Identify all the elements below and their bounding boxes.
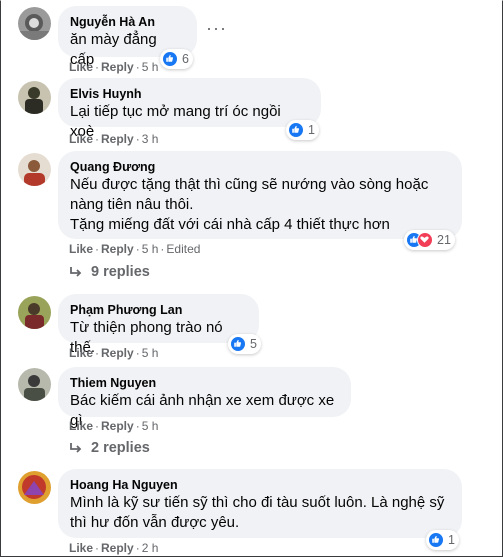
author-name[interactable]: Phạm Phương Lan	[70, 302, 247, 318]
comments-panel: Nguyễn Hà An ăn mày đẳng cấp ··· 6 Like ·…	[0, 0, 503, 557]
comment-bubble: Quang Đương Nếu được tặng thật thì cũng …	[58, 151, 462, 239]
avatar[interactable]	[18, 368, 51, 401]
comment-text: Mình là kỹ sư tiến sỹ thì cho đi tàu suố…	[70, 494, 445, 531]
reaction-summary[interactable]: 1	[426, 530, 459, 550]
like-reaction-icon	[428, 532, 444, 548]
like-reaction-icon	[288, 122, 304, 138]
like-button[interactable]: Like	[69, 60, 93, 74]
reaction-summary[interactable]: 1	[286, 120, 319, 140]
comment-actions: Like · Reply · 3 h	[69, 132, 159, 146]
replies-count: 2 replies	[91, 440, 150, 456]
reaction-count: 1	[448, 533, 455, 547]
replies-count: 9 replies	[91, 264, 150, 280]
timestamp[interactable]: 5 h	[142, 60, 159, 74]
avatar[interactable]	[18, 7, 51, 40]
comment-bubble: Elvis Huynh Lại tiếp tục mở mang trí óc …	[58, 78, 321, 140]
like-reaction-icon	[162, 51, 178, 67]
avatar[interactable]	[18, 296, 51, 329]
reaction-count: 21	[437, 233, 451, 247]
reply-button[interactable]: Reply	[101, 242, 134, 256]
timestamp[interactable]: 5 h	[142, 419, 159, 433]
like-button[interactable]: Like	[69, 242, 93, 256]
edited-label: Edited	[166, 242, 201, 256]
author-name[interactable]: Nguyễn Hà An	[70, 14, 185, 30]
timestamp[interactable]: 5 h	[142, 242, 159, 256]
comment-actions: Like · Reply · 5 h	[69, 60, 159, 74]
reply-arrow-icon	[70, 443, 82, 453]
avatar[interactable]	[18, 81, 51, 114]
timestamp[interactable]: 3 h	[142, 132, 159, 146]
author-name[interactable]: Quang Đương	[70, 159, 450, 175]
comment-actions: Like · Reply · 2 h	[69, 541, 159, 555]
reply-button[interactable]: Reply	[101, 60, 134, 74]
reaction-summary[interactable]: 6	[160, 49, 193, 69]
author-name[interactable]: Hoang Ha Nguyen	[70, 477, 450, 493]
comment-actions: Like · Reply · 5 h	[69, 419, 159, 433]
reply-button[interactable]: Reply	[101, 419, 134, 433]
reaction-count: 6	[182, 52, 189, 66]
like-reaction-icon	[230, 336, 246, 352]
view-replies-link[interactable]: 9 replies	[69, 264, 150, 280]
author-name[interactable]: Thiem Nguyen	[70, 375, 339, 391]
reply-button[interactable]: Reply	[101, 132, 134, 146]
like-button[interactable]: Like	[69, 346, 93, 360]
reaction-summary[interactable]: 5	[228, 334, 261, 354]
reaction-count: 1	[308, 123, 315, 137]
reply-arrow-icon	[70, 267, 82, 277]
comment-actions: Like · Reply · 5 h	[69, 346, 159, 360]
more-options-icon[interactable]: ···	[206, 19, 227, 37]
comment-bubble: Phạm Phương Lan Từ thiện phong trào nó t…	[58, 294, 259, 356]
avatar[interactable]	[18, 153, 51, 186]
comment-text: Nếu được tặng thật thì cũng sẽ nướng vào…	[70, 176, 429, 233]
reaction-count: 5	[250, 337, 257, 351]
love-reaction-icon	[417, 232, 433, 248]
author-name[interactable]: Elvis Huynh	[70, 86, 309, 102]
comment-bubble: Hoang Ha Nguyen Mình là kỹ sư tiến sỹ th…	[58, 469, 462, 538]
comment-actions: Like · Reply · 5 h · Edited	[69, 242, 201, 256]
timestamp[interactable]: 2 h	[142, 541, 159, 555]
view-replies-link[interactable]: 2 replies	[69, 440, 150, 456]
reaction-summary[interactable]: 21	[404, 230, 455, 250]
like-button[interactable]: Like	[69, 541, 93, 555]
reply-button[interactable]: Reply	[101, 541, 134, 555]
like-button[interactable]: Like	[69, 419, 93, 433]
timestamp[interactable]: 5 h	[142, 346, 159, 360]
like-button[interactable]: Like	[69, 132, 93, 146]
avatar[interactable]	[18, 471, 51, 504]
comment-bubble: Thiem Nguyen Bác kiếm cái ảnh nhận xe xe…	[58, 367, 351, 429]
reply-button[interactable]: Reply	[101, 346, 134, 360]
